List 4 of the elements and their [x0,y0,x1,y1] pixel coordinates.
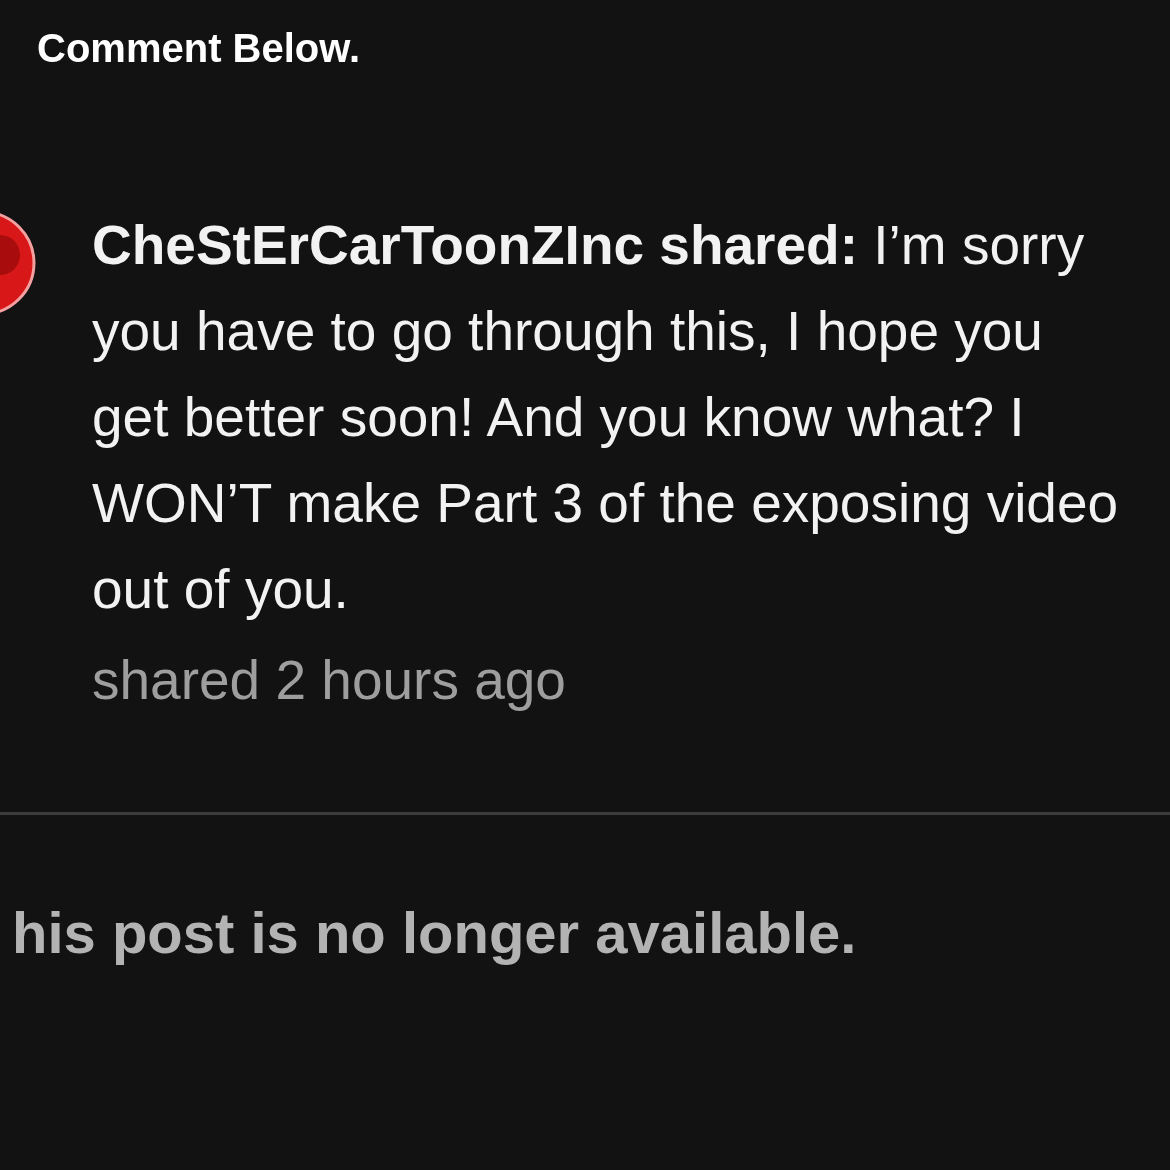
timestamp: shared 2 hours ago [92,648,567,713]
unavailable-notice: his post is no longer available. [11,899,858,967]
comment-text: CheStErCarToonZInc shared: I’m sorry you have to go through this, I hope you get better soon! And you know what? I WON’T make Part 3 of the exposing video out of you. [92,213,1120,622]
header-title: Comment Below. [36,25,361,72]
